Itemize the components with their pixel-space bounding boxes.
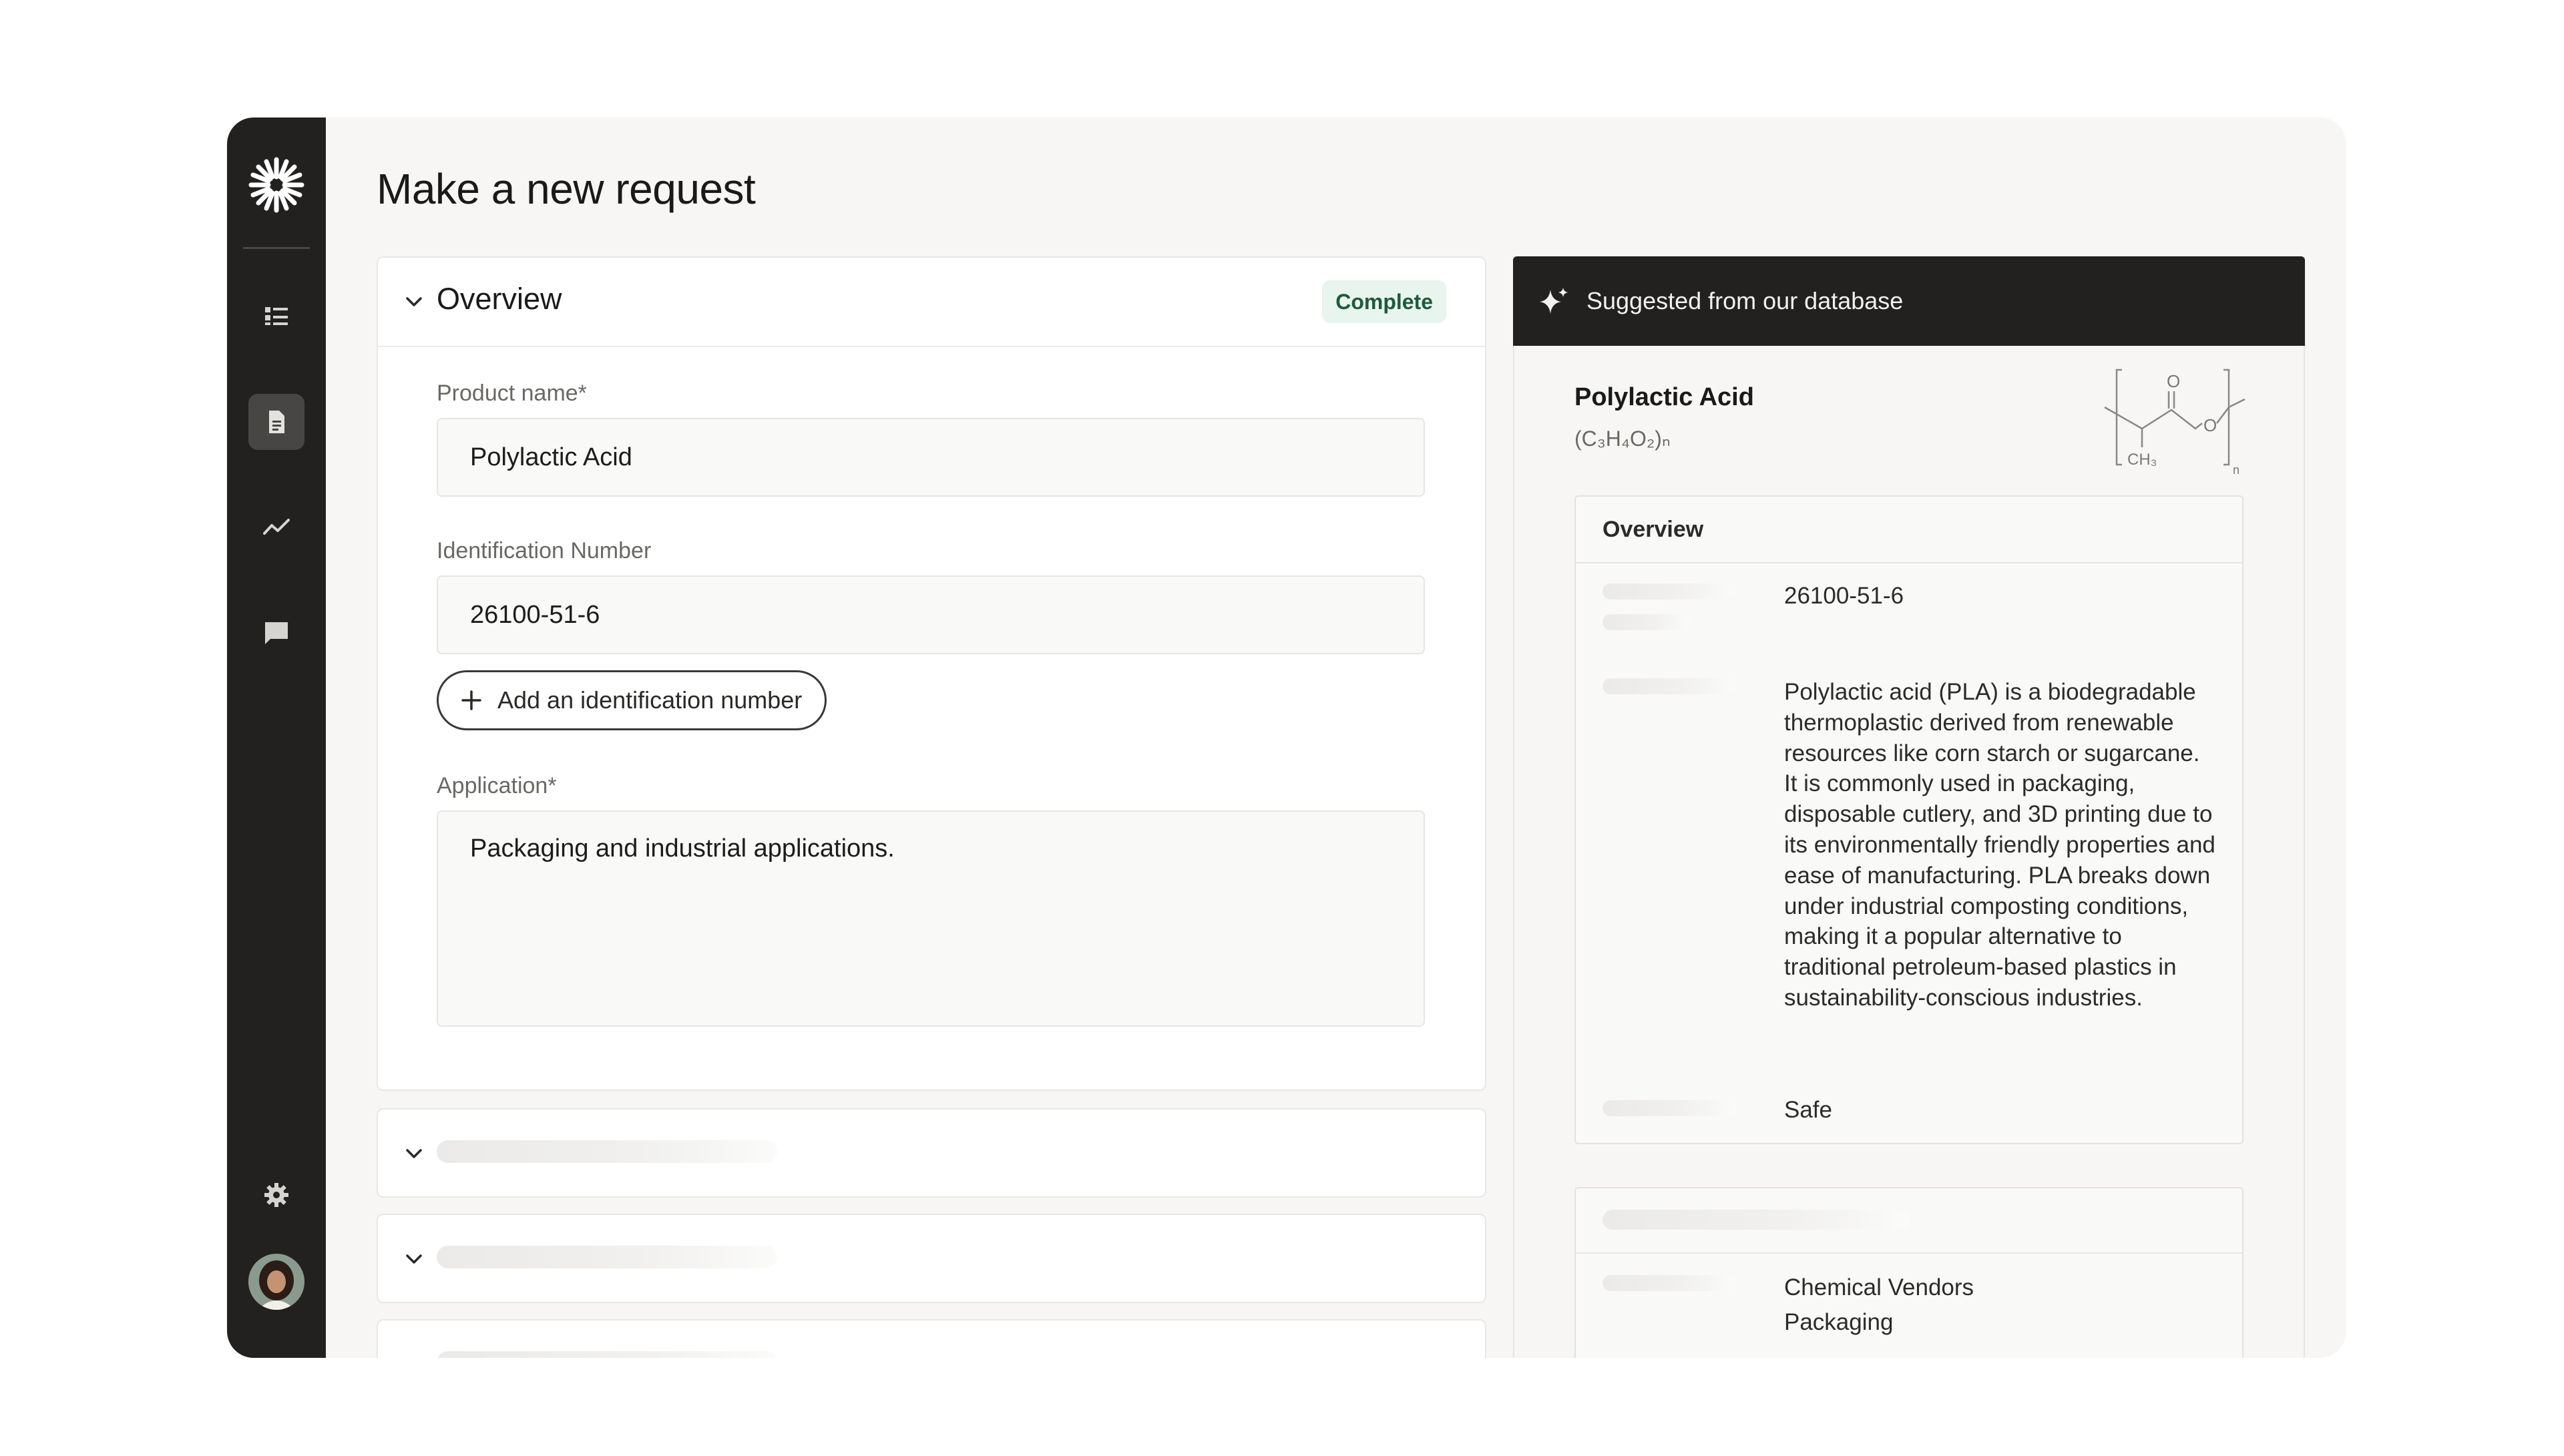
status-badge: Complete xyxy=(1322,280,1446,323)
vendor-card: Chemical Vendors Packaging xyxy=(1574,1187,2244,1358)
chemical-structure-diagram: O O CH₃ n xyxy=(2104,369,2246,477)
sidebar-item-analytics[interactable] xyxy=(248,499,304,555)
suggestion-header: Suggested from our database xyxy=(1513,256,2305,346)
add-identification-button[interactable]: Add an identification number xyxy=(437,670,827,730)
document-icon xyxy=(269,411,284,433)
collapsed-section[interactable] xyxy=(377,1108,1486,1198)
overview-section: Overview Complete Product name* Polylact… xyxy=(377,256,1486,1091)
loading-placeholder xyxy=(1602,583,1736,599)
application-textarea[interactable]: Packaging and industrial applications. xyxy=(437,810,1425,1027)
chevron-down-icon[interactable] xyxy=(401,1351,427,1358)
loading-placeholder xyxy=(437,1351,777,1358)
gear-icon xyxy=(264,1183,288,1207)
overview-header[interactable]: Overview Complete xyxy=(378,258,1485,346)
chevron-down-icon[interactable] xyxy=(401,288,427,315)
subcard-divider xyxy=(1576,562,2242,563)
page-title: Make a new request xyxy=(377,165,756,213)
suggestion-overview-title: Overview xyxy=(1602,517,1704,542)
chevron-down-icon[interactable] xyxy=(401,1140,427,1167)
sidebar-item-settings[interactable] xyxy=(248,1167,304,1223)
collapsed-section[interactable] xyxy=(377,1319,1486,1358)
logo-icon[interactable] xyxy=(247,156,306,214)
suggestion-header-text: Suggested from our database xyxy=(1586,287,1904,314)
loading-placeholder xyxy=(1602,614,1689,630)
suggested-description: Polylactic acid (PLA) is a biodegradable… xyxy=(1784,679,2215,1011)
loading-placeholder xyxy=(437,1140,777,1163)
chat-icon xyxy=(265,622,288,644)
suggestion-overview-card: Overview 26100-51-6 Polylactic acid (PLA… xyxy=(1574,495,2244,1144)
sidebar-item-requests[interactable] xyxy=(248,394,304,450)
product-name-label: Product name* xyxy=(437,381,587,406)
identification-number-label: Identification Number xyxy=(437,538,652,563)
list-icon xyxy=(265,307,288,325)
identification-number-input[interactable]: 26100-51-6 xyxy=(437,575,1425,654)
safety-value: Safe xyxy=(1784,1097,1832,1123)
app-window: Make a new request Overview Complete Pro… xyxy=(227,117,2346,1358)
loading-placeholder xyxy=(1602,1100,1736,1116)
repeat-n-label: n xyxy=(2233,463,2239,477)
sidebar-item-messages[interactable] xyxy=(248,605,304,661)
section-divider xyxy=(378,346,1485,347)
loading-placeholder xyxy=(1602,1275,1736,1291)
suggested-id-value: 26100-51-6 xyxy=(1784,583,1904,609)
loading-placeholder xyxy=(437,1246,777,1268)
application-label: Application* xyxy=(437,773,557,798)
oxygen-top-label: O xyxy=(2167,371,2180,391)
loading-placeholder xyxy=(1602,678,1736,694)
plus-icon xyxy=(461,690,481,710)
collapsed-section[interactable] xyxy=(377,1214,1486,1303)
chemical-formula: (C₃H₄O₂)ₙ xyxy=(1574,427,1671,451)
loading-placeholder xyxy=(1602,1210,1910,1230)
sidebar-item-list[interactable] xyxy=(248,288,304,344)
overview-title: Overview xyxy=(437,282,562,316)
subcard-divider xyxy=(1576,1252,2242,1254)
product-name-input[interactable]: Polylactic Acid xyxy=(437,418,1425,497)
vendor-item: Packaging xyxy=(1784,1309,1894,1335)
add-identification-label: Add an identification number xyxy=(497,686,803,714)
suggestion-panel: Suggested from our database Polylactic A… xyxy=(1513,256,2305,1358)
vendor-item: Chemical Vendors xyxy=(1784,1274,1974,1300)
trend-icon xyxy=(263,519,290,535)
methyl-label: CH₃ xyxy=(2127,451,2157,469)
sparkle-icon xyxy=(1540,288,1568,314)
sidebar-divider xyxy=(243,247,310,249)
chevron-down-icon[interactable] xyxy=(401,1246,427,1272)
avatar[interactable] xyxy=(248,1254,304,1310)
sidebar xyxy=(227,117,326,1358)
suggested-product-name: Polylactic Acid xyxy=(1574,383,1754,411)
oxygen-side-label: O xyxy=(2203,415,2217,435)
